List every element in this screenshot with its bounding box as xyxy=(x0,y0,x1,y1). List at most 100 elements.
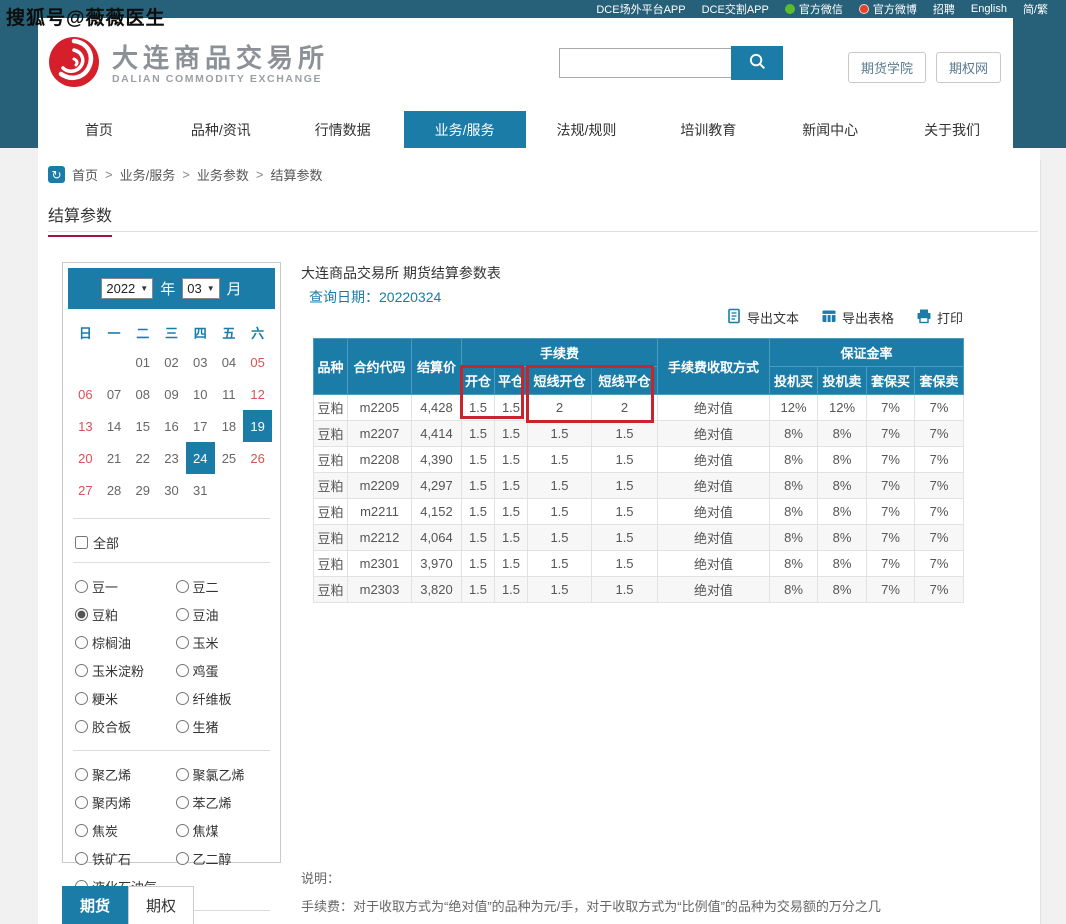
calendar-day[interactable]: 22 xyxy=(128,442,157,474)
header-button[interactable]: 期权网 xyxy=(936,52,1001,83)
calendar-day[interactable]: 11 xyxy=(215,378,244,410)
nav-item[interactable]: 关于我们 xyxy=(891,111,1013,148)
radio-input[interactable] xyxy=(176,720,189,733)
radio-input[interactable] xyxy=(75,852,88,865)
action-print[interactable]: 打印 xyxy=(916,308,963,327)
all-checkbox-row[interactable]: 全部 xyxy=(63,525,280,556)
radio-input[interactable] xyxy=(75,608,88,621)
calendar-day[interactable]: 30 xyxy=(157,474,186,506)
header-button[interactable]: 期货学院 xyxy=(848,52,926,83)
radio-input[interactable] xyxy=(75,664,88,677)
radio-input[interactable] xyxy=(176,768,189,781)
topbar-link[interactable]: 官方微信 xyxy=(785,1,843,17)
nav-item[interactable]: 业务/服务 xyxy=(404,111,526,148)
calendar-day[interactable]: 24 xyxy=(186,442,215,474)
commodity-radio[interactable]: 铁矿石 xyxy=(75,849,176,868)
nav-item[interactable]: 法规/规则 xyxy=(526,111,648,148)
breadcrumb-item[interactable]: 业务参数 xyxy=(197,165,249,184)
nav-item[interactable]: 首页 xyxy=(38,111,160,148)
nav-item[interactable]: 新闻中心 xyxy=(769,111,891,148)
nav-item[interactable]: 培训教育 xyxy=(647,111,769,148)
calendar-day[interactable]: 05 xyxy=(243,346,272,378)
radio-input[interactable] xyxy=(176,664,189,677)
commodity-radio[interactable]: 粳米 xyxy=(75,689,176,708)
action-export-table[interactable]: 导出表格 xyxy=(821,308,894,327)
calendar-day[interactable]: 17 xyxy=(186,410,215,442)
calendar-day[interactable]: 12 xyxy=(243,378,272,410)
tab-options[interactable]: 期权 xyxy=(128,886,194,924)
dce-logo[interactable]: 大连商品交易所 DALIAN COMMODITY EXCHANGE xyxy=(46,34,329,95)
search-button[interactable] xyxy=(731,46,783,80)
calendar-day[interactable]: 06 xyxy=(71,378,100,410)
calendar-day[interactable]: 25 xyxy=(215,442,244,474)
calendar-day[interactable]: 31 xyxy=(186,474,215,506)
breadcrumb-item[interactable]: 首页 xyxy=(72,165,98,184)
calendar-day[interactable]: 23 xyxy=(157,442,186,474)
calendar-day[interactable]: 13 xyxy=(71,410,100,442)
year-select[interactable]: 2022 ▼ xyxy=(101,278,153,299)
commodity-radio[interactable]: 苯乙烯 xyxy=(176,793,277,812)
radio-input[interactable] xyxy=(75,580,88,593)
calendar-day[interactable]: 10 xyxy=(186,378,215,410)
calendar-day[interactable]: 03 xyxy=(186,346,215,378)
calendar-day[interactable]: 02 xyxy=(157,346,186,378)
calendar-day[interactable]: 19 xyxy=(243,410,272,442)
radio-input[interactable] xyxy=(176,824,189,837)
calendar-day[interactable]: 27 xyxy=(71,474,100,506)
nav-item[interactable]: 品种/资讯 xyxy=(160,111,282,148)
calendar-day[interactable]: 08 xyxy=(128,378,157,410)
topbar-link[interactable]: DCE场外平台APP xyxy=(596,1,685,17)
commodity-radio[interactable]: 豆一 xyxy=(75,577,176,596)
breadcrumb-item[interactable]: 业务/服务 xyxy=(120,165,176,184)
commodity-radio[interactable]: 豆二 xyxy=(176,577,277,596)
calendar-day[interactable]: 20 xyxy=(71,442,100,474)
all-checkbox[interactable] xyxy=(75,536,88,549)
calendar-day[interactable]: 21 xyxy=(100,442,129,474)
commodity-radio[interactable]: 聚乙烯 xyxy=(75,765,176,784)
commodity-radio[interactable]: 乙二醇 xyxy=(176,849,277,868)
topbar-link[interactable]: 简/繁 xyxy=(1023,1,1048,17)
radio-input[interactable] xyxy=(176,852,189,865)
topbar-link[interactable]: 招聘 xyxy=(933,1,955,17)
radio-input[interactable] xyxy=(176,692,189,705)
commodity-radio[interactable]: 棕榈油 xyxy=(75,633,176,652)
radio-input[interactable] xyxy=(176,580,189,593)
commodity-radio[interactable]: 玉米 xyxy=(176,633,277,652)
commodity-radio[interactable]: 焦炭 xyxy=(75,821,176,840)
topbar-link[interactable]: 官方微博 xyxy=(859,1,917,17)
calendar-day[interactable]: 04 xyxy=(215,346,244,378)
calendar-day[interactable]: 28 xyxy=(100,474,129,506)
radio-input[interactable] xyxy=(176,636,189,649)
radio-input[interactable] xyxy=(176,796,189,809)
calendar-day[interactable]: 18 xyxy=(215,410,244,442)
calendar-day[interactable]: 14 xyxy=(100,410,129,442)
radio-input[interactable] xyxy=(75,720,88,733)
commodity-radio[interactable]: 玉米淀粉 xyxy=(75,661,176,680)
commodity-radio[interactable]: 鸡蛋 xyxy=(176,661,277,680)
calendar-day[interactable]: 07 xyxy=(100,378,129,410)
tab-futures[interactable]: 期货 xyxy=(62,886,128,924)
calendar-day[interactable]: 15 xyxy=(128,410,157,442)
radio-input[interactable] xyxy=(75,692,88,705)
commodity-radio[interactable]: 胶合板 xyxy=(75,717,176,736)
topbar-link[interactable]: English xyxy=(971,3,1007,15)
calendar-day[interactable]: 16 xyxy=(157,410,186,442)
action-export-text[interactable]: 导出文本 xyxy=(726,308,799,327)
radio-input[interactable] xyxy=(75,796,88,809)
calendar-day[interactable]: 26 xyxy=(243,442,272,474)
commodity-radio[interactable]: 豆粕 xyxy=(75,605,176,624)
breadcrumb-item[interactable]: 结算参数 xyxy=(270,165,322,184)
month-select[interactable]: 03 ▼ xyxy=(182,278,219,299)
nav-item[interactable]: 行情数据 xyxy=(282,111,404,148)
commodity-radio[interactable]: 纤维板 xyxy=(176,689,277,708)
commodity-radio[interactable]: 豆油 xyxy=(176,605,277,624)
commodity-radio[interactable]: 生猪 xyxy=(176,717,277,736)
radio-input[interactable] xyxy=(75,768,88,781)
calendar-day[interactable]: 01 xyxy=(128,346,157,378)
radio-input[interactable] xyxy=(75,824,88,837)
commodity-radio[interactable]: 聚氯乙烯 xyxy=(176,765,277,784)
radio-input[interactable] xyxy=(75,636,88,649)
topbar-link[interactable]: DCE交割APP xyxy=(702,1,769,17)
calendar-day[interactable]: 09 xyxy=(157,378,186,410)
search-input[interactable] xyxy=(559,48,731,78)
